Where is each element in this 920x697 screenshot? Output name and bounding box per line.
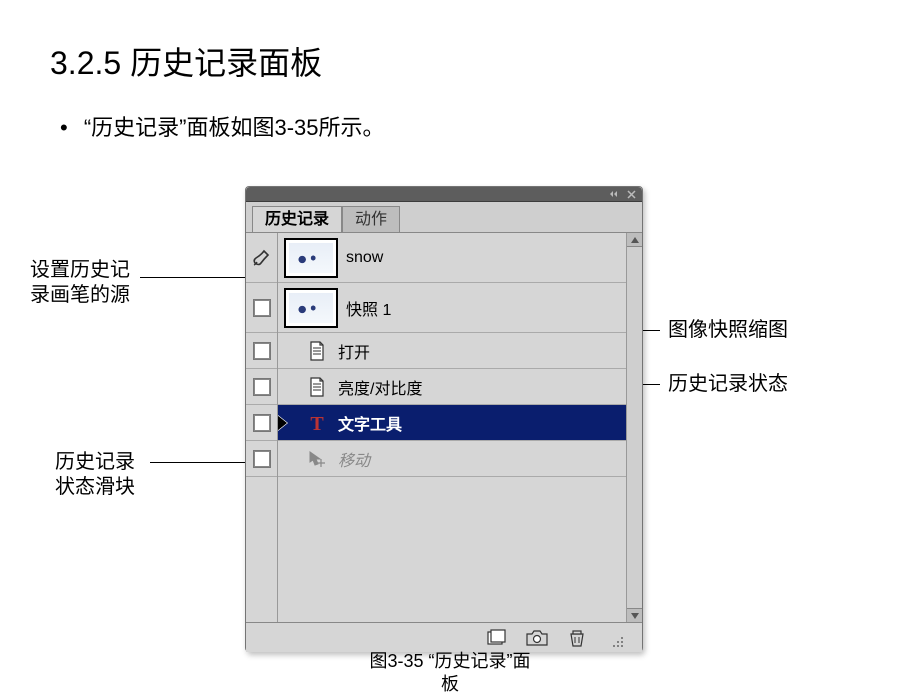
history-state-row[interactable]: T 文字工具 <box>278 405 626 441</box>
annotation-snapshot-thumb: 图像快照缩图 <box>668 318 788 343</box>
history-state-row[interactable]: 打开 <box>278 333 626 369</box>
history-state-label: 亮度/对比度 <box>338 375 422 399</box>
history-state-label: 移动 <box>338 447 370 471</box>
resize-grip-icon[interactable] <box>604 630 630 652</box>
brush-source-slot[interactable] <box>246 369 277 405</box>
annotation-brush-source: 设置历史记 录画笔的源 <box>30 258 130 308</box>
scrollbar[interactable] <box>626 233 642 622</box>
history-panel: 历史记录 动作 snow 快照 1 <box>245 186 643 652</box>
snapshot-row[interactable]: snow <box>278 233 626 283</box>
brush-source-slot[interactable] <box>246 233 277 283</box>
snapshot-row[interactable]: 快照 1 <box>278 283 626 333</box>
close-icon[interactable] <box>627 190 636 199</box>
snapshot-label: snow <box>346 249 383 267</box>
snapshot-label: 快照 1 <box>346 296 391 320</box>
tab-actions[interactable]: 动作 <box>342 206 400 232</box>
new-document-from-state-button[interactable] <box>484 627 510 649</box>
history-state-label: 文字工具 <box>338 411 402 435</box>
document-icon <box>306 376 328 398</box>
collapse-icon[interactable] <box>609 190 619 199</box>
scroll-up-icon[interactable] <box>627 233 642 247</box>
brush-source-slot[interactable] <box>246 405 277 441</box>
history-state-label: 打开 <box>338 339 370 363</box>
brush-source-slot[interactable] <box>246 283 277 333</box>
move-tool-icon <box>306 448 328 470</box>
delete-button[interactable] <box>564 627 590 649</box>
annotation-line <box>140 277 258 278</box>
history-brush-icon <box>251 247 273 269</box>
new-snapshot-button[interactable] <box>524 627 550 649</box>
annotation-history-state: 历史记录状态 <box>668 372 788 397</box>
bullet-line: • “历史记录”面板如图3-35所示。 <box>60 110 385 142</box>
bullet-marker: • <box>60 115 68 140</box>
section-heading: 3.2.5 历史记录面板 <box>50 38 322 84</box>
document-icon <box>306 340 328 362</box>
annotation-slider: 历史记录 状态滑块 <box>55 450 135 500</box>
snapshot-thumbnail <box>284 288 338 328</box>
history-state-row[interactable]: 移动 <box>278 441 626 477</box>
tab-history[interactable]: 历史记录 <box>252 206 342 232</box>
panel-tabs: 历史记录 动作 <box>246 202 642 232</box>
brush-source-slot[interactable] <box>246 441 277 477</box>
brush-source-slot[interactable] <box>246 333 277 369</box>
scroll-down-icon[interactable] <box>627 608 642 622</box>
panel-footer <box>246 622 642 652</box>
text-tool-icon: T <box>306 412 328 434</box>
panel-body: snow 快照 1 打开 亮度/对比度 T <box>246 232 642 622</box>
snapshot-thumbnail <box>284 238 338 278</box>
svg-text:T: T <box>310 413 324 433</box>
list-column: snow 快照 1 打开 亮度/对比度 T <box>278 233 626 622</box>
history-slider-icon[interactable] <box>278 415 287 431</box>
brush-source-column <box>246 233 278 622</box>
history-state-row[interactable]: 亮度/对比度 <box>278 369 626 405</box>
bullet-text: “历史记录”面板如图3-35所示。 <box>84 115 385 140</box>
panel-titlebar <box>246 187 642 202</box>
